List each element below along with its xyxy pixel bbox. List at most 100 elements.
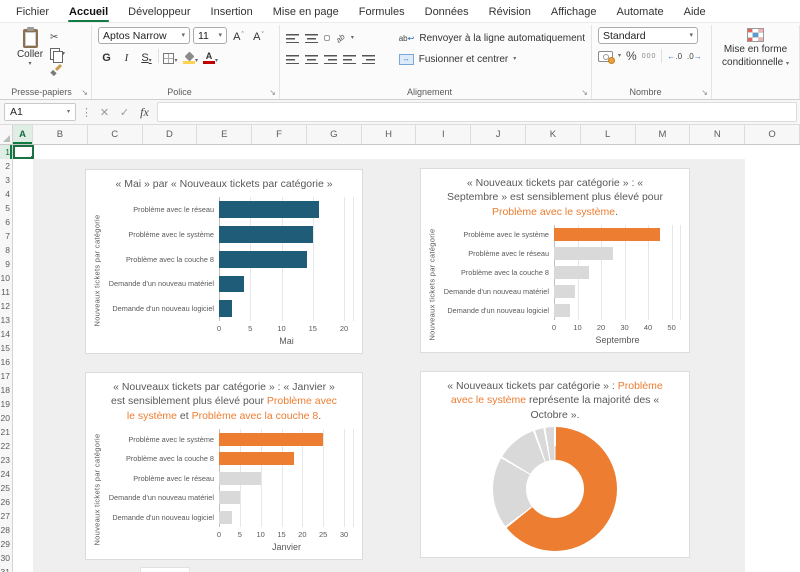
row-header-2[interactable]: 2 (0, 159, 12, 173)
comma-style-button[interactable]: 000 (642, 53, 657, 60)
name-box[interactable]: A1 ▾ (4, 103, 76, 121)
merge-center-button[interactable]: ↔ Fusionner et centrer ▾ (398, 51, 585, 67)
format-painter-button[interactable] (50, 63, 65, 76)
column-header-o[interactable]: O (745, 125, 800, 144)
paste-button[interactable]: Coller ▾ (10, 27, 50, 85)
number-format-combo[interactable]: Standard ▾ (598, 27, 698, 44)
chart-mai[interactable]: « Mai » par « Nouveaux tickets par catég… (85, 169, 363, 354)
tab-formules[interactable]: Formules (349, 2, 415, 22)
row-header-11[interactable]: 11 (0, 285, 12, 299)
insert-function-button[interactable]: fx (137, 105, 152, 120)
align-middle-icon[interactable] (305, 33, 318, 43)
tab-fichier[interactable]: Fichier (6, 2, 59, 22)
tab-insertion[interactable]: Insertion (201, 2, 263, 22)
align-left-icon[interactable] (286, 54, 299, 64)
align-right-icon[interactable] (324, 54, 337, 64)
font-color-button[interactable]: A ▾ (202, 48, 219, 64)
column-header-l[interactable]: L (581, 125, 636, 144)
chart-octobre-donut[interactable]: « Nouveaux tickets par catégorie » : Pro… (420, 371, 690, 558)
row-header-1[interactable]: 1 (0, 145, 12, 159)
row-header-16[interactable]: 16 (0, 355, 12, 369)
bar[interactable] (219, 275, 244, 293)
align-bottom-button[interactable] (324, 35, 330, 41)
fill-color-button[interactable]: ▾ (182, 48, 199, 64)
column-header-k[interactable]: K (526, 125, 581, 144)
alignment-dialog-launcher[interactable]: ↘ (581, 88, 588, 97)
bar[interactable] (554, 228, 660, 242)
bar[interactable] (219, 300, 232, 318)
conditional-formatting-icon[interactable] (747, 28, 764, 42)
increase-decimal-icon[interactable]: ←.0 (667, 52, 682, 61)
column-header-m[interactable]: M (636, 125, 691, 144)
bar[interactable] (554, 304, 571, 317)
grow-font-button[interactable]: Aˆ (230, 28, 247, 44)
row-header-28[interactable]: 28 (0, 523, 12, 537)
bar[interactable] (219, 250, 307, 268)
decrease-indent-icon[interactable] (343, 54, 356, 64)
row-header-29[interactable]: 29 (0, 537, 12, 551)
bar[interactable] (219, 452, 294, 466)
row-header-14[interactable]: 14 (0, 327, 12, 341)
font-dialog-launcher[interactable]: ↘ (269, 88, 276, 97)
column-header-i[interactable]: I (416, 125, 472, 144)
row-header-9[interactable]: 9 (0, 257, 12, 271)
active-cell-a1[interactable] (13, 145, 34, 159)
bar[interactable] (554, 266, 590, 280)
formula-input[interactable] (157, 102, 797, 122)
shrink-font-button[interactable]: Aˇ (250, 28, 267, 44)
column-header-c[interactable]: C (88, 125, 143, 144)
select-all-corner[interactable] (0, 125, 13, 144)
row-header-12[interactable]: 12 (0, 299, 12, 313)
tab-affichage[interactable]: Affichage (541, 2, 607, 22)
row-header-23[interactable]: 23 (0, 453, 12, 467)
bar[interactable] (219, 226, 313, 243)
tab-aide[interactable]: Aide (674, 2, 716, 22)
row-header-13[interactable]: 13 (0, 313, 12, 327)
increase-indent-icon[interactable] (362, 54, 375, 64)
tab-donn-es[interactable]: Données (415, 2, 479, 22)
worksheet-grid[interactable]: 1 2 3 4 5 6 7 8 9 10 11 12 13 14 15 16 17 18 19 20 21 22 23 24 2… (0, 145, 800, 572)
column-header-f[interactable]: F (252, 125, 307, 144)
column-header-e[interactable]: E (197, 125, 253, 144)
bar[interactable] (219, 201, 319, 219)
column-header-d[interactable]: D (143, 125, 198, 144)
row-header-24[interactable]: 24 (0, 467, 12, 481)
chart-janvier[interactable]: « Nouveaux tickets par catégorie » : « J… (85, 372, 363, 560)
column-header-g[interactable]: G (307, 125, 362, 144)
font-name-combo[interactable]: Aptos Narrow ▾ (98, 27, 190, 44)
decrease-decimal-icon[interactable]: .0→ (687, 52, 702, 61)
column-header-a[interactable]: A (13, 125, 33, 144)
row-header-21[interactable]: 21 (0, 425, 12, 439)
enter-button[interactable]: ✓ (117, 106, 132, 119)
row-header-22[interactable]: 22 (0, 439, 12, 453)
column-header-j[interactable]: J (471, 125, 527, 144)
borders-button[interactable]: ▾ (162, 48, 179, 64)
underline-button[interactable]: S ▾ (138, 48, 155, 64)
conditional-formatting-button[interactable]: Mise en forme conditionnelle ▾ (722, 44, 789, 69)
row-header-18[interactable]: 18 (0, 383, 12, 397)
row-header-20[interactable]: 20 (0, 411, 12, 425)
row-header-19[interactable]: 19 (0, 397, 12, 411)
column-header-b[interactable]: B (33, 125, 88, 144)
row-header-6[interactable]: 6 (0, 215, 12, 229)
tab-r-vision[interactable]: Révision (479, 2, 541, 22)
italic-button[interactable]: I (118, 48, 135, 64)
accounting-format-icon[interactable] (598, 50, 615, 64)
copy-button[interactable]: ▾ (50, 47, 65, 63)
tab-mise-en-page[interactable]: Mise en page (263, 2, 349, 22)
row-header-27[interactable]: 27 (0, 509, 12, 523)
row-header-7[interactable]: 7 (0, 229, 12, 243)
column-header-h[interactable]: H (362, 125, 417, 144)
bar[interactable] (554, 247, 613, 261)
font-size-combo[interactable]: 11 ▾ (193, 27, 227, 44)
tab-d-veloppeur[interactable]: Développeur (118, 2, 200, 22)
row-header-30[interactable]: 30 (0, 551, 12, 565)
bar[interactable] (219, 510, 232, 524)
wrap-text-button[interactable]: ab↩ Renvoyer à la ligne automatiquement (399, 30, 585, 46)
tab-automate[interactable]: Automate (607, 2, 674, 22)
tab-accueil[interactable]: Accueil (59, 2, 118, 22)
align-top-icon[interactable] (286, 33, 299, 43)
bar[interactable] (219, 471, 261, 485)
cancel-button[interactable]: ✕ (97, 106, 112, 119)
row-header-25[interactable]: 25 (0, 481, 12, 495)
